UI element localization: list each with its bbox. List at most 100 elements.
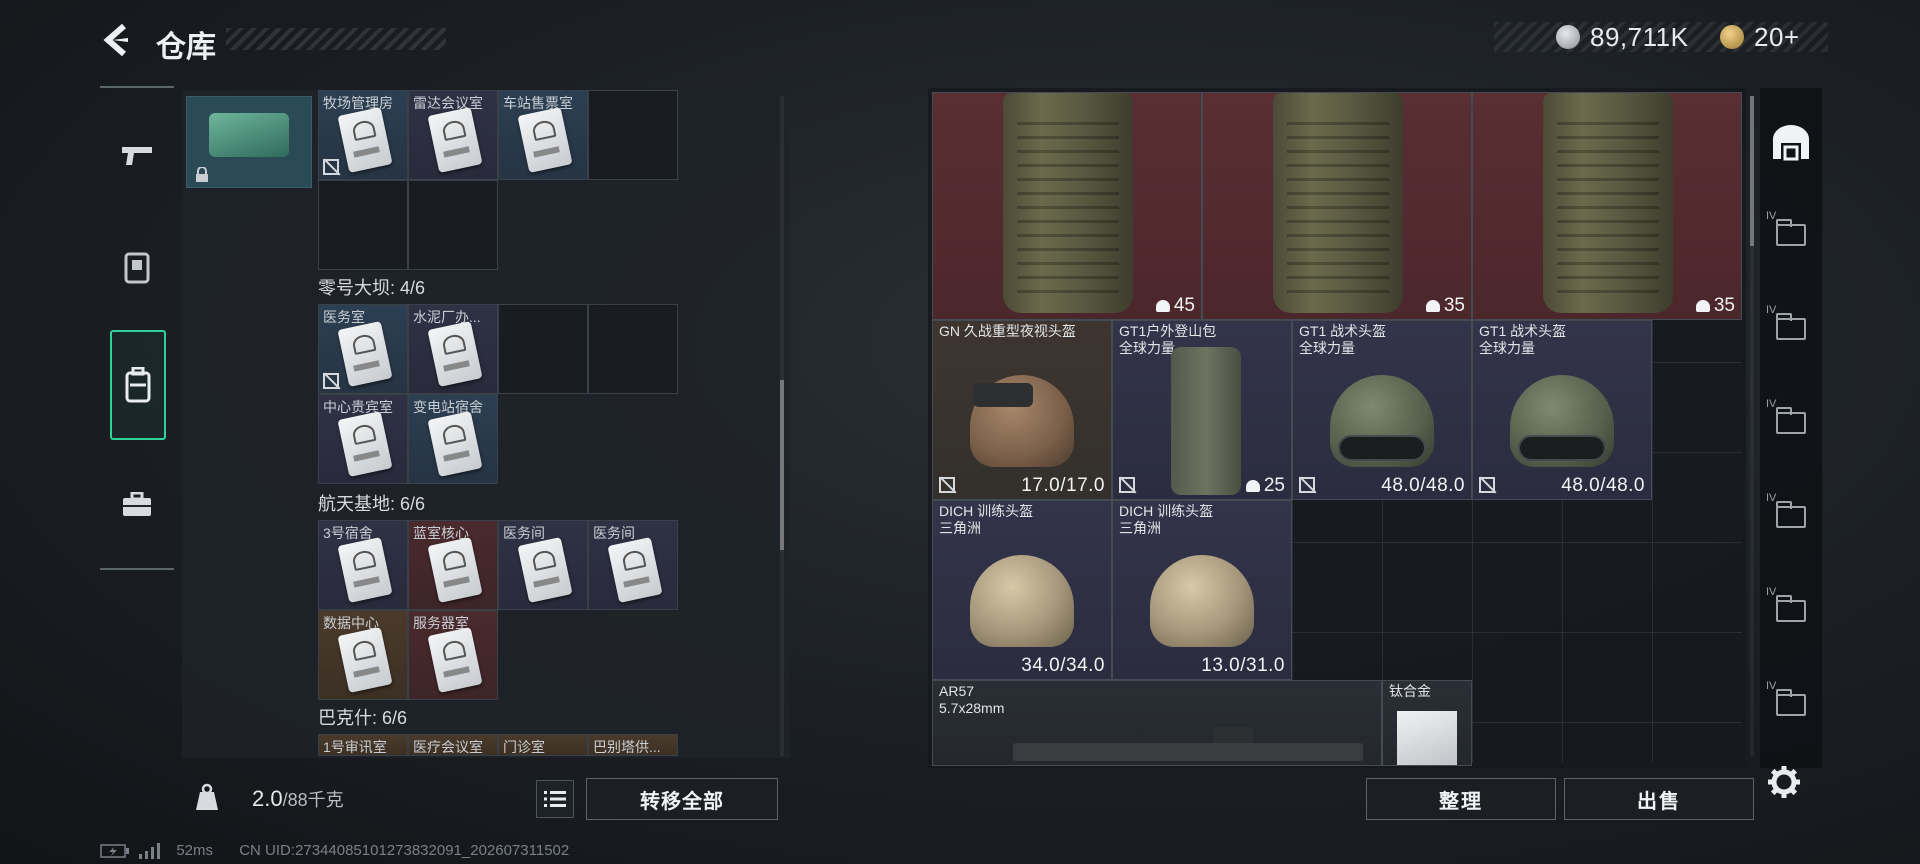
storage-tab-3[interactable]: IV bbox=[1764, 396, 1818, 450]
list-view-button[interactable] bbox=[536, 780, 574, 818]
backpack-item[interactable]: 35 bbox=[1202, 92, 1472, 320]
item-name: DICH 训练头盔 三角洲 bbox=[1119, 503, 1214, 536]
page-title: 仓库 bbox=[156, 31, 216, 64]
empty-slot[interactable] bbox=[408, 180, 498, 270]
keycard-slot[interactable]: 医务室 bbox=[318, 304, 408, 394]
durability: 48.0/48.0 bbox=[1381, 475, 1465, 496]
item-name: GT1 战术头盔 全球力量 bbox=[1299, 323, 1387, 356]
keycard-slot[interactable]: 数据中心 bbox=[318, 610, 408, 700]
tab-tier-label: IV bbox=[1766, 586, 1777, 598]
right-scroll-thumb[interactable] bbox=[1750, 96, 1754, 246]
tab-tier-label: IV bbox=[1766, 304, 1777, 316]
weapon-item[interactable]: AR57 5.7x28mm bbox=[932, 680, 1382, 766]
keycard-slot[interactable]: 医疗会议室 bbox=[408, 734, 498, 756]
sell-button[interactable]: 出售 bbox=[1564, 778, 1754, 820]
empty-slot[interactable] bbox=[588, 90, 678, 180]
keycard-icon bbox=[517, 107, 573, 173]
container-image bbox=[209, 113, 289, 157]
keycard-slot[interactable]: 蓝室核心 bbox=[408, 520, 498, 610]
weight-unit: /88千克 bbox=[282, 790, 344, 810]
section-title: 巴克什: 6/6 bbox=[318, 708, 408, 728]
no-bind-icon bbox=[1119, 477, 1135, 493]
item-name: DICH 训练头盔 三角洲 bbox=[939, 503, 1034, 536]
back-button[interactable] bbox=[98, 20, 138, 60]
empty-slot[interactable] bbox=[588, 304, 678, 394]
category-case[interactable] bbox=[108, 476, 166, 534]
keycard-slot[interactable]: 雷达会议室 bbox=[408, 90, 498, 180]
folder-icon bbox=[1776, 219, 1806, 246]
no-bind-icon bbox=[1479, 477, 1495, 493]
keycard-slot[interactable]: 牧场管理房 bbox=[318, 90, 408, 180]
keycard-icon bbox=[427, 321, 483, 387]
keycard-icon bbox=[427, 107, 483, 173]
keycard-icon bbox=[337, 411, 393, 477]
keycard-slot[interactable]: 3号宿舍 bbox=[318, 520, 408, 610]
ingot-image bbox=[1397, 711, 1457, 765]
gun-icon bbox=[122, 147, 152, 165]
gold-amount[interactable]: 20+ bbox=[1754, 22, 1800, 53]
helmet-item[interactable]: GT1 战术头盔 全球力量 48.0/48.0 bbox=[1292, 320, 1472, 500]
category-weapons[interactable] bbox=[108, 126, 166, 184]
backpack-image bbox=[1273, 93, 1403, 313]
keycard-slot[interactable]: 门诊室 bbox=[498, 734, 588, 756]
backpack-item[interactable]: 35 bbox=[1472, 92, 1742, 320]
material-item[interactable]: 钛合金 bbox=[1382, 680, 1472, 766]
keycard-label: 医疗会议室 bbox=[413, 739, 483, 755]
helmet-item[interactable]: GT1 战术头盔 全球力量 48.0/48.0 bbox=[1472, 320, 1652, 500]
storage-tab-5[interactable]: IV bbox=[1764, 584, 1818, 638]
item-name: GT1 战术头盔 全球力量 bbox=[1479, 323, 1567, 356]
keycard-label: 1号审讯室 bbox=[323, 739, 387, 755]
storage-tab-4[interactable]: IV bbox=[1764, 490, 1818, 544]
helmet-item[interactable]: GN 久战重型夜视头盔 17.0/17.0 bbox=[932, 320, 1112, 500]
capacity-label: 45 bbox=[1155, 295, 1195, 317]
chevron-left-icon bbox=[103, 23, 128, 57]
case-icon bbox=[123, 492, 151, 516]
tab-tier-label: IV bbox=[1766, 680, 1777, 692]
storage-tab-1[interactable]: IV bbox=[1764, 208, 1818, 262]
weight-value: 2.0 bbox=[252, 786, 283, 811]
keycard-icon bbox=[427, 537, 483, 603]
settings-button[interactable] bbox=[1766, 764, 1806, 804]
category-nav bbox=[100, 86, 174, 570]
section-title: 零号大坝: 4/6 bbox=[318, 278, 426, 298]
storage-tab-2[interactable]: IV bbox=[1764, 302, 1818, 356]
category-backpack[interactable] bbox=[110, 330, 166, 440]
backpack-item[interactable]: GT1户外登山包 全球力量 25 bbox=[1112, 320, 1292, 500]
gold-coin-icon bbox=[1720, 25, 1744, 49]
armor-icon bbox=[124, 252, 150, 284]
durability: 48.0/48.0 bbox=[1561, 475, 1645, 496]
container-thumbnail[interactable] bbox=[186, 96, 312, 188]
keycard-slot[interactable]: 服务器室 bbox=[408, 610, 498, 700]
capacity-icon bbox=[1245, 480, 1260, 492]
capacity-icon bbox=[1425, 300, 1440, 312]
keycard-slot[interactable]: 1号审讯室 bbox=[318, 734, 408, 756]
keycard-slot[interactable]: 巴别塔供... bbox=[588, 734, 678, 756]
keycard-slot[interactable]: 中心贵宾室 bbox=[318, 394, 408, 484]
helmet-item[interactable]: DICH 训练头盔 三角洲 34.0/34.0 bbox=[932, 500, 1112, 680]
capacity-label: 25 bbox=[1245, 475, 1285, 497]
storage-tab-home[interactable] bbox=[1764, 116, 1818, 170]
keycard-slot[interactable]: 变电站宿舍 bbox=[408, 394, 498, 484]
empty-slot[interactable] bbox=[318, 180, 408, 270]
rifle-image bbox=[1013, 727, 1363, 761]
empty-slot[interactable] bbox=[498, 304, 588, 394]
left-scroll-thumb[interactable] bbox=[780, 380, 784, 550]
keycard-slot[interactable]: 车站售票室 bbox=[498, 90, 588, 180]
keycard-slot[interactable]: 医务间 bbox=[498, 520, 588, 610]
weight-icon-box bbox=[186, 776, 230, 820]
organize-button[interactable]: 整理 bbox=[1366, 778, 1556, 820]
transfer-all-button[interactable]: 转移全部 bbox=[586, 778, 778, 820]
ping-value: 52ms bbox=[176, 842, 214, 859]
keycard-slot[interactable]: 水泥厂办... bbox=[408, 304, 498, 394]
category-armor[interactable] bbox=[108, 238, 166, 296]
backpack-item[interactable]: 45 bbox=[932, 92, 1202, 320]
no-bind-icon bbox=[323, 373, 339, 389]
no-bind-icon bbox=[939, 477, 955, 493]
storage-tab-6[interactable]: IV bbox=[1764, 678, 1818, 732]
keycard-icon bbox=[427, 411, 483, 477]
camera-folder-icon bbox=[1776, 407, 1806, 434]
keycard-slot[interactable]: 医务间 bbox=[588, 520, 678, 610]
status-bar: 52ms CN UID:27344085101273832091_2026073… bbox=[100, 842, 569, 860]
helmet-item[interactable]: DICH 训练头盔 三角洲 13.0/31.0 bbox=[1112, 500, 1292, 680]
folder-icon bbox=[1776, 689, 1806, 716]
